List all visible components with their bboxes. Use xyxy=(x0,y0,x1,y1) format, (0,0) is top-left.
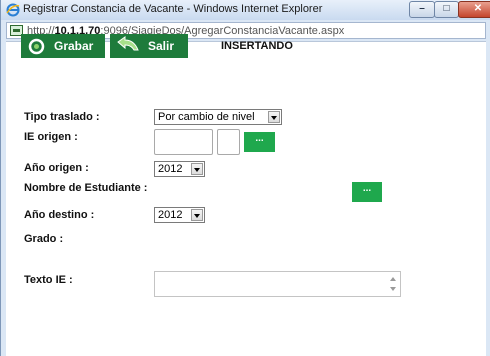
ie-origen-extra-input[interactable] xyxy=(217,129,240,155)
grabar-button[interactable]: Grabar xyxy=(21,34,105,58)
exit-arrow-icon xyxy=(117,36,139,51)
close-icon: ✕ xyxy=(473,3,483,14)
texto-ie-textarea[interactable] xyxy=(154,271,401,297)
chevron-down-icon xyxy=(191,209,203,221)
chevron-down-icon xyxy=(191,163,203,175)
nombre-estudiante-label: Nombre de Estudiante : xyxy=(24,182,148,194)
chevron-down-icon xyxy=(268,111,280,123)
browser-window: Registrar Constancia de Vacante - Window… xyxy=(0,0,490,356)
ie-icon xyxy=(6,3,20,17)
page-content xyxy=(6,41,486,356)
anio-destino-value: 2012 xyxy=(158,209,183,221)
scroll-up-icon xyxy=(390,277,396,281)
salir-label: Salir xyxy=(148,39,175,53)
window-title: Registrar Constancia de Vacante - Window… xyxy=(23,3,323,15)
textarea-scrollbar[interactable] xyxy=(387,273,399,295)
title-bar: Registrar Constancia de Vacante - Window… xyxy=(1,0,490,20)
ie-origen-lookup-button[interactable]: ... xyxy=(244,132,275,152)
tipo-traslado-value: Por cambio de nivel xyxy=(158,111,255,123)
save-icon xyxy=(28,38,45,55)
maximize-icon: □ xyxy=(443,3,450,14)
ie-origen-label: IE origen : xyxy=(24,131,78,143)
grabar-label: Grabar xyxy=(54,39,94,53)
anio-origen-select[interactable]: 2012 xyxy=(154,161,205,177)
ie-origen-code-input[interactable] xyxy=(154,129,213,155)
tipo-traslado-label: Tipo traslado : xyxy=(24,111,100,123)
tipo-traslado-select[interactable]: Por cambio de nivel xyxy=(154,109,282,125)
anio-destino-label: Año destino : xyxy=(24,209,95,221)
anio-origen-value: 2012 xyxy=(158,163,183,175)
texto-ie-label: Texto IE : xyxy=(24,274,73,286)
grado-label: Grado : xyxy=(24,233,64,245)
anio-destino-select[interactable]: 2012 xyxy=(154,207,205,223)
minimize-icon: – xyxy=(419,3,425,14)
estudiante-lookup-button[interactable]: ... xyxy=(352,182,382,202)
mode-status: INSERTANDO xyxy=(221,40,293,52)
close-button[interactable]: ✕ xyxy=(458,1,490,18)
minimize-button[interactable]: – xyxy=(409,1,435,18)
scroll-down-icon xyxy=(390,287,396,291)
anio-origen-label: Año origen : xyxy=(24,162,89,174)
maximize-button[interactable]: □ xyxy=(434,1,459,18)
salir-button[interactable]: Salir xyxy=(110,34,188,58)
